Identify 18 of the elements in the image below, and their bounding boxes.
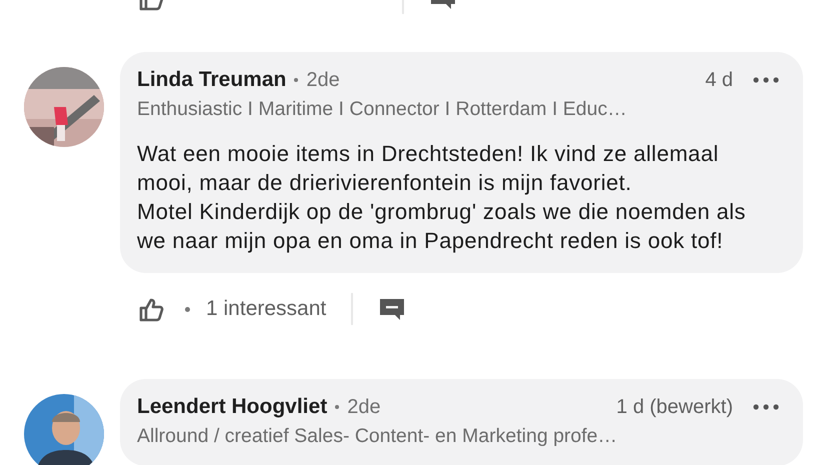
reply-button[interactable] [378, 296, 406, 322]
comment-time: 1 d (bewerkt) [616, 396, 733, 419]
connection-degree: 2de [347, 396, 381, 419]
author-name[interactable]: Linda Treuman [137, 68, 286, 92]
author-headline: Allround / creatief Sales- Content- en Marketing profe… [137, 425, 618, 448]
author-name[interactable]: Leendert Hoogvliet [137, 395, 328, 419]
comment-time: 4 d [705, 69, 733, 92]
connection-degree: 2de [306, 69, 340, 92]
comment-icon [378, 296, 406, 322]
separator-dot [185, 306, 190, 312]
separator-dot [294, 78, 298, 82]
comment-text: Wat een mooie items in Drechtsteden! Ik vind ze allemaal mooi, maar de drierivierenfontein is mijn favoriet. [137, 140, 720, 197]
more-icon [753, 77, 779, 83]
separator-dot [335, 405, 340, 409]
reaction-count[interactable]: 1 interessant [206, 297, 326, 321]
more-icon [753, 404, 779, 410]
author-headline: Enthusiastic I Maritime I Connector I Rotterdam I Educ… [137, 98, 628, 121]
comment-text: Motel Kinderdijk op de 'grombrug' zoals we die noemden als we naar mijn opa en oma in Papendrecht reden is ook tof! [137, 198, 747, 255]
